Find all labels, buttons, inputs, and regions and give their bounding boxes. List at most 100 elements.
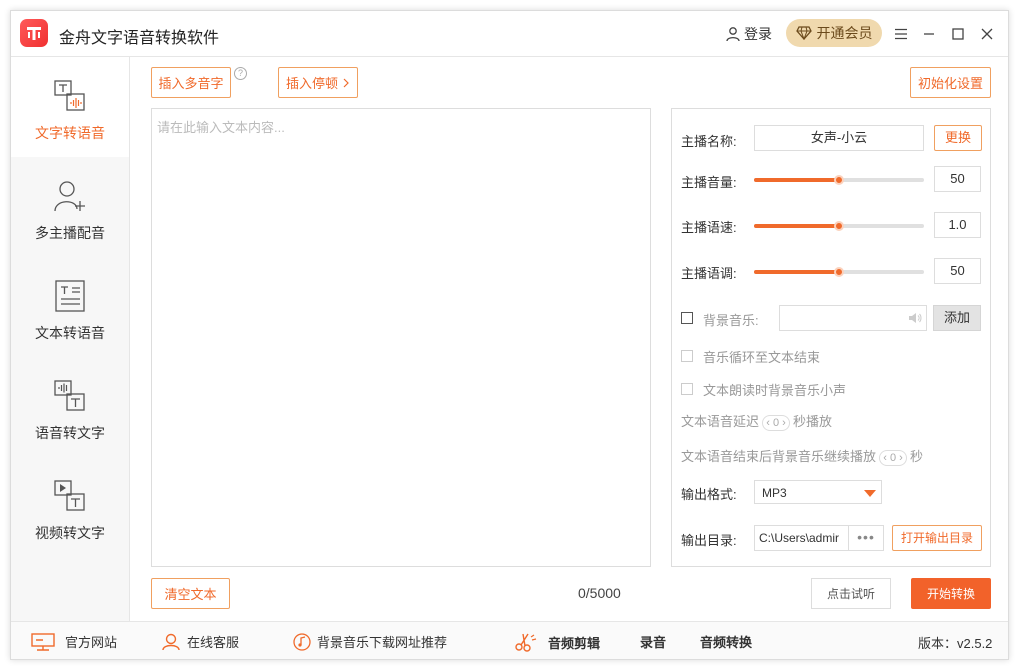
insert-polyphone-button[interactable]: 插入多音字 — [151, 67, 231, 98]
speed-input[interactable]: 1.0 — [934, 212, 981, 238]
delay-value: 0 — [772, 416, 780, 429]
insert-pause-label: 插入停顿 — [285, 76, 338, 91]
duck-checkbox[interactable] — [681, 383, 693, 395]
speed-slider[interactable] — [754, 221, 924, 231]
document-icon — [55, 280, 85, 312]
continue-prefix: 文本语音结束后背景音乐继续播放 — [681, 449, 877, 464]
volume-slider-knob[interactable] — [834, 175, 844, 185]
pitch-input[interactable]: 50 — [934, 258, 981, 284]
delay-prefix: 文本语音延迟 — [681, 414, 760, 429]
menu-icon — [895, 28, 907, 40]
format-value: MP3 — [762, 486, 787, 500]
minimize-icon — [924, 33, 934, 35]
audio-convert-link[interactable]: 音频转换 — [700, 632, 752, 651]
browse-dir-button[interactable]: ••• — [848, 525, 884, 551]
start-convert-button[interactable]: 开始转换 — [911, 578, 991, 609]
help-icon[interactable]: ? — [234, 67, 247, 80]
sidebar-item-speech-to-text[interactable]: 语音转文字 — [11, 357, 129, 457]
speed-label: 主播语速: — [681, 220, 737, 235]
title-bar: 金舟文字语音转换软件 登录 开通会员 — [11, 11, 1008, 57]
bgm-checkbox[interactable] — [681, 312, 693, 324]
bgm-file-input[interactable] — [779, 305, 927, 331]
continue-value: 0 — [889, 451, 897, 464]
login-label: 登录 — [744, 26, 772, 42]
delay-stepper[interactable]: ‹ 0 › — [762, 414, 791, 431]
sidebar-item-label: 文本转语音 — [35, 325, 105, 341]
delay-suffix: 秒播放 — [793, 414, 833, 429]
monitor-icon — [31, 632, 55, 651]
dir-label: 输出目录: — [681, 533, 737, 548]
diamond-icon — [795, 26, 812, 40]
app-logo-icon — [20, 19, 48, 47]
website-link[interactable]: 官方网站 — [31, 632, 117, 651]
sidebar-item-label: 文字转语音 — [35, 125, 105, 141]
speech-to-text-icon — [54, 380, 85, 411]
app-window: 金舟文字语音转换软件 登录 开通会员 文字转语音 多主播配音 文本转语音 语音转… — [10, 10, 1009, 660]
volume-slider-fill — [754, 178, 839, 182]
speed-slider-knob[interactable] — [834, 221, 844, 231]
app-title: 金舟文字语音转换软件 — [59, 30, 220, 47]
open-output-dir-button[interactable]: 打开输出目录 — [892, 525, 982, 551]
delay-row: 文本语音延迟 ‹ 0 › 秒播放 — [681, 411, 832, 431]
sidebar: 文字转语音 多主播配音 文本转语音 语音转文字 视频转文字 — [11, 57, 130, 621]
sidebar-item-label: 多主播配音 — [35, 225, 105, 241]
add-bgm-button[interactable]: 添加 — [933, 305, 981, 331]
volume-slider[interactable] — [754, 175, 924, 185]
duck-label: 文本朗读时背景音乐小声 — [703, 383, 847, 398]
pitch-slider-knob[interactable] — [834, 267, 844, 277]
init-settings-button[interactable]: 初始化设置 — [910, 67, 991, 98]
bgm-label: 背景音乐: — [703, 313, 759, 328]
format-select[interactable]: MP3 — [754, 480, 882, 504]
anchor-name-field: 女声-小云 — [754, 125, 924, 151]
preview-button[interactable]: 点击试听 — [811, 578, 891, 609]
pitch-slider[interactable] — [754, 267, 924, 277]
record-link[interactable]: 录音 — [640, 632, 666, 651]
volume-input[interactable]: 50 — [934, 166, 981, 192]
maximize-icon — [952, 28, 964, 40]
customer-service-icon — [162, 633, 180, 650]
music-note-icon — [293, 632, 311, 651]
service-link[interactable]: 在线客服 — [161, 632, 239, 651]
loop-label: 音乐循环至文本结束 — [703, 350, 821, 365]
insert-pause-button[interactable]: 插入停顿 — [278, 67, 358, 98]
text-input-area[interactable]: 请在此输入文本内容... — [151, 108, 651, 567]
vip-button[interactable]: 开通会员 — [786, 19, 882, 47]
bgm-download-label: 背景音乐下载网址推荐 — [317, 635, 448, 650]
loop-checkbox[interactable] — [681, 350, 693, 362]
close-button[interactable] — [977, 24, 997, 44]
footer: 官方网站 在线客服 背景音乐下载网址推荐 音频剪辑 录音 音频转换 版本：v2.… — [11, 621, 1008, 659]
text-input-placeholder: 请在此输入文本内容... — [157, 120, 285, 135]
continue-suffix: 秒 — [910, 449, 924, 464]
maximize-button[interactable] — [948, 24, 968, 44]
menu-button[interactable] — [891, 24, 911, 44]
sidebar-item-multi-anchor[interactable]: 多主播配音 — [11, 157, 129, 257]
sidebar-item-label: 视频转文字 — [35, 525, 105, 541]
sidebar-item-video-to-text[interactable]: 视频转文字 — [11, 457, 129, 557]
settings-panel: 主播名称: 女声-小云 更换 主播音量: 50 主播语速: 1.0 主播语调: … — [671, 108, 991, 567]
audio-edit-link[interactable]: 音频剪辑 — [514, 632, 600, 652]
anchor-label: 主播名称: — [681, 134, 737, 149]
version-label: 版本：v2.5.2 — [918, 636, 993, 651]
change-anchor-button[interactable]: 更换 — [934, 125, 982, 151]
minimize-button[interactable] — [919, 24, 939, 44]
service-label: 在线客服 — [187, 635, 240, 650]
continue-stepper[interactable]: ‹ 0 › — [879, 449, 908, 466]
sidebar-item-label: 语音转文字 — [35, 425, 105, 441]
text-to-speech-icon — [54, 80, 85, 111]
close-icon — [981, 28, 993, 40]
website-label: 官方网站 — [65, 635, 118, 650]
vip-label: 开通会员 — [816, 25, 873, 41]
login-button[interactable]: 登录 — [725, 24, 772, 44]
sidebar-item-file-to-speech[interactable]: 文本转语音 — [11, 257, 129, 357]
volume-label: 主播音量: — [681, 175, 737, 190]
speaker-icon — [909, 313, 922, 323]
chevron-right-icon — [343, 78, 349, 87]
bgm-download-link[interactable]: 背景音乐下载网址推荐 — [293, 632, 447, 651]
scissors-icon — [515, 633, 537, 652]
pitch-label: 主播语调: — [681, 266, 737, 281]
sidebar-item-text-to-speech[interactable]: 文字转语音 — [11, 57, 129, 157]
audio-edit-label: 音频剪辑 — [548, 635, 601, 651]
clear-text-button[interactable]: 清空文本 — [151, 578, 230, 609]
user-icon — [726, 27, 740, 42]
video-to-text-icon — [54, 480, 85, 511]
